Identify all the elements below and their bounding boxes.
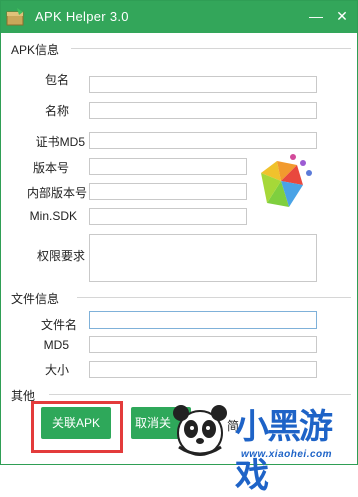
size-field[interactable] [89,361,317,378]
size-label: 大小 [44,363,69,377]
apk-logo-icon [261,154,312,207]
package-field[interactable] [89,76,317,93]
version-field[interactable] [89,158,247,175]
cert-md5-field[interactable] [89,132,317,149]
filename-field[interactable] [89,311,317,329]
minimize-icon[interactable]: — [307,7,325,25]
title-bar: APK Helper 3.0 — ✕ [1,1,357,33]
app-box-icon [6,8,24,26]
name-field[interactable] [89,102,317,119]
min-sdk-label: Min.SDK [29,209,77,223]
cert-md5-label: 证书MD5 [35,135,85,149]
panda-mascot-icon [173,405,227,456]
md5-field[interactable] [89,336,317,353]
main-window: APK Helper 3.0 — ✕ APK信息 包名 名称 证书MD5 版本号… [0,0,358,495]
close-icon[interactable]: ✕ [333,7,351,25]
internal-version-field[interactable] [89,183,247,200]
highlight-box [31,401,123,453]
min-sdk-field[interactable] [89,208,247,225]
window-title: APK Helper 3.0 [35,9,129,24]
internal-version-label: 内部版本号 [26,186,87,200]
apk-info-divider [71,48,351,49]
file-info-divider [77,297,351,298]
watermark-url: www.xiaohei.com [241,449,333,460]
md5-label: MD5 [43,338,69,352]
filename-label: 文件名 [40,318,77,332]
version-label: 版本号 [32,161,69,175]
watermark-logo-text: 小黑游戏 [235,408,333,495]
name-label: 名称 [44,104,69,118]
apk-info-section-title: APK信息 [11,43,60,57]
package-label: 包名 [44,73,69,87]
file-info-section-title: 文件信息 [11,292,60,306]
permissions-textarea[interactable] [89,234,317,282]
permissions-label: 权限要求 [36,249,85,263]
